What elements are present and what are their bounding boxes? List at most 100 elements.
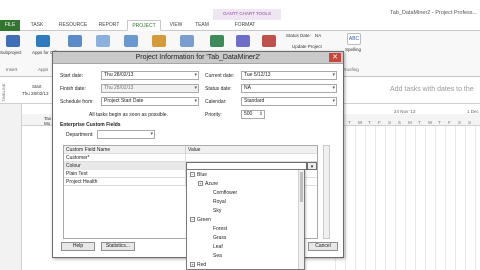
tree-item[interactable]: Forest: [206, 226, 227, 233]
tree-item-label: Sea: [213, 253, 222, 259]
custom-fields-icon[interactable]: [96, 35, 110, 47]
tree-item[interactable]: Leaf: [206, 244, 223, 251]
timeline-start-label: Start: [32, 84, 42, 89]
column-header-custom-field-name: Custom Field Name: [64, 146, 186, 154]
department-select[interactable]: ▾: [97, 130, 155, 139]
gantt-day-letter: S: [388, 120, 392, 125]
tab-report[interactable]: REPORT: [95, 20, 123, 31]
spelling-icon[interactable]: ABC: [347, 33, 361, 45]
tree-item-label: Red: [197, 262, 207, 268]
links-between-projects-icon[interactable]: [124, 35, 138, 47]
status-date-value: NA: [244, 85, 251, 91]
timeline-start-date: Thu 28/02/13: [22, 91, 49, 96]
gantt-day-letter: W: [358, 120, 363, 125]
subproject-icon[interactable]: [6, 35, 20, 47]
window-titlebar: GANTT CHART TOOLS Tab_DataMiner2 - Proje…: [0, 0, 480, 20]
collapse-icon[interactable]: −: [190, 217, 195, 223]
help-button[interactable]: Help: [61, 242, 95, 251]
custom-field-name: Plain Text: [64, 170, 186, 178]
collapse-icon[interactable]: −: [190, 172, 195, 178]
calendar-value: Standard: [244, 98, 265, 104]
tree-item[interactable]: Sea: [206, 253, 222, 260]
tab-file[interactable]: FILE: [0, 20, 20, 31]
priority-stepper[interactable]: 500 ⇕: [241, 110, 265, 119]
project-information-icon[interactable]: [68, 35, 82, 47]
close-icon[interactable]: ✕: [329, 53, 341, 62]
chevron-down-icon[interactable]: ▾: [194, 98, 197, 105]
tab-team[interactable]: TEAM: [191, 20, 213, 31]
tab-project[interactable]: PROJECT: [127, 20, 161, 31]
schedule-from-select[interactable]: Project Start Date ▾: [101, 97, 199, 106]
schedule-from-value: Project Start Date: [104, 98, 144, 104]
tree-item-label: Azure: [205, 181, 219, 187]
gantt-day-letter: S: [458, 120, 462, 125]
apps-for-office-icon[interactable]: [36, 35, 50, 47]
timeline-label: TIMELINE: [1, 83, 6, 102]
move-project-icon[interactable]: [262, 35, 276, 47]
spelling-label: Spelling: [345, 47, 362, 52]
change-working-time-icon[interactable]: [180, 35, 194, 47]
gantt-view-bar: [0, 104, 22, 270]
status-date-field[interactable]: NA ▾: [241, 84, 337, 93]
current-date-field[interactable]: Tue 5/12/13 ▾: [241, 71, 337, 80]
custom-field-name: Customer*: [64, 154, 186, 162]
gantt-day-letter: F: [378, 120, 381, 125]
current-date-label: Current date:: [205, 73, 235, 79]
tree-item-label: Forest: [213, 226, 228, 232]
expand-icon[interactable]: +: [198, 181, 203, 187]
gantt-day-letter: S: [398, 120, 402, 125]
start-date-field[interactable]: Thu 28/02/13 ▾: [101, 71, 199, 80]
expand-icon[interactable]: +: [190, 262, 195, 268]
status-date-label: Status Date:: [286, 33, 311, 38]
table-row[interactable]: Customer*: [64, 154, 317, 162]
finish-date-label: Finish date:: [60, 86, 86, 92]
tree-scrollbar-thumb[interactable]: [300, 172, 303, 202]
gantt-day-letter: M: [408, 120, 412, 125]
finish-date-value: Thu 28/02/13: [104, 85, 134, 91]
dialog-titlebar[interactable]: Project Information for 'Tab_DataMiner2'…: [53, 52, 343, 64]
tab-format[interactable]: FORMAT: [229, 20, 261, 31]
set-baseline-icon[interactable]: [236, 35, 250, 47]
colour-lookup-tree[interactable]: − Blue + Azure Cornflower Royal Sky − Green Fores…: [186, 169, 305, 270]
tab-task[interactable]: TASK: [26, 20, 48, 31]
gantt-day-letter: T: [348, 120, 351, 125]
tree-item[interactable]: − Green: [190, 217, 211, 224]
tab-view[interactable]: VIEW: [165, 20, 187, 31]
wbs-icon[interactable]: [152, 35, 166, 47]
tree-item[interactable]: Grass: [206, 235, 226, 242]
custom-field-value[interactable]: [186, 154, 319, 162]
chevron-down-icon[interactable]: ▾: [332, 98, 335, 105]
start-date-label: Start date:: [60, 73, 84, 79]
tree-item[interactable]: + Red: [190, 262, 206, 269]
update-project-button[interactable]: Update Project: [292, 44, 322, 49]
calendar-label: Calendar:: [205, 99, 227, 105]
statistics-button[interactable]: Statistics...: [101, 242, 135, 251]
tree-item-label: Green: [197, 217, 211, 223]
chevron-down-icon[interactable]: ▾: [307, 162, 317, 170]
gantt-day-letter: T: [438, 120, 441, 125]
tree-item[interactable]: Cornflower: [206, 190, 237, 197]
calendar-select[interactable]: Standard ▾: [241, 97, 337, 106]
window-title: Tab_DataMiner2 - Project Profess...: [390, 10, 478, 16]
tree-item[interactable]: Royal: [206, 199, 226, 206]
start-date-value: Thu 28/02/13: [104, 72, 134, 78]
tree-scrollbar[interactable]: [298, 170, 304, 269]
column-header-mode[interactable]: Mo: [44, 121, 50, 126]
gantt-chart-area[interactable]: [335, 126, 480, 270]
tab-resource[interactable]: RESOURCE: [55, 20, 91, 31]
spinner-arrows-icon[interactable]: ⇕: [259, 111, 263, 118]
chevron-down-icon[interactable]: ▾: [332, 72, 335, 79]
status-date-value[interactable]: NA: [315, 33, 321, 38]
tree-item[interactable]: + Azure: [198, 181, 218, 188]
tree-item[interactable]: Sky: [206, 208, 221, 215]
chevron-down-icon[interactable]: ▾: [332, 85, 335, 92]
cancel-button[interactable]: Cancel: [308, 242, 338, 251]
tree-item-label: Blue: [197, 172, 208, 178]
calculate-project-icon[interactable]: [210, 35, 224, 47]
tree-item[interactable]: − Blue: [190, 172, 207, 179]
chevron-down-icon[interactable]: ▾: [194, 72, 197, 79]
column-header-value: Value: [188, 147, 201, 153]
chevron-down-icon[interactable]: ▾: [150, 131, 153, 138]
table-scrollbar[interactable]: [323, 145, 330, 239]
dialog-title: Project Information for 'Tab_DataMiner2': [135, 54, 261, 61]
